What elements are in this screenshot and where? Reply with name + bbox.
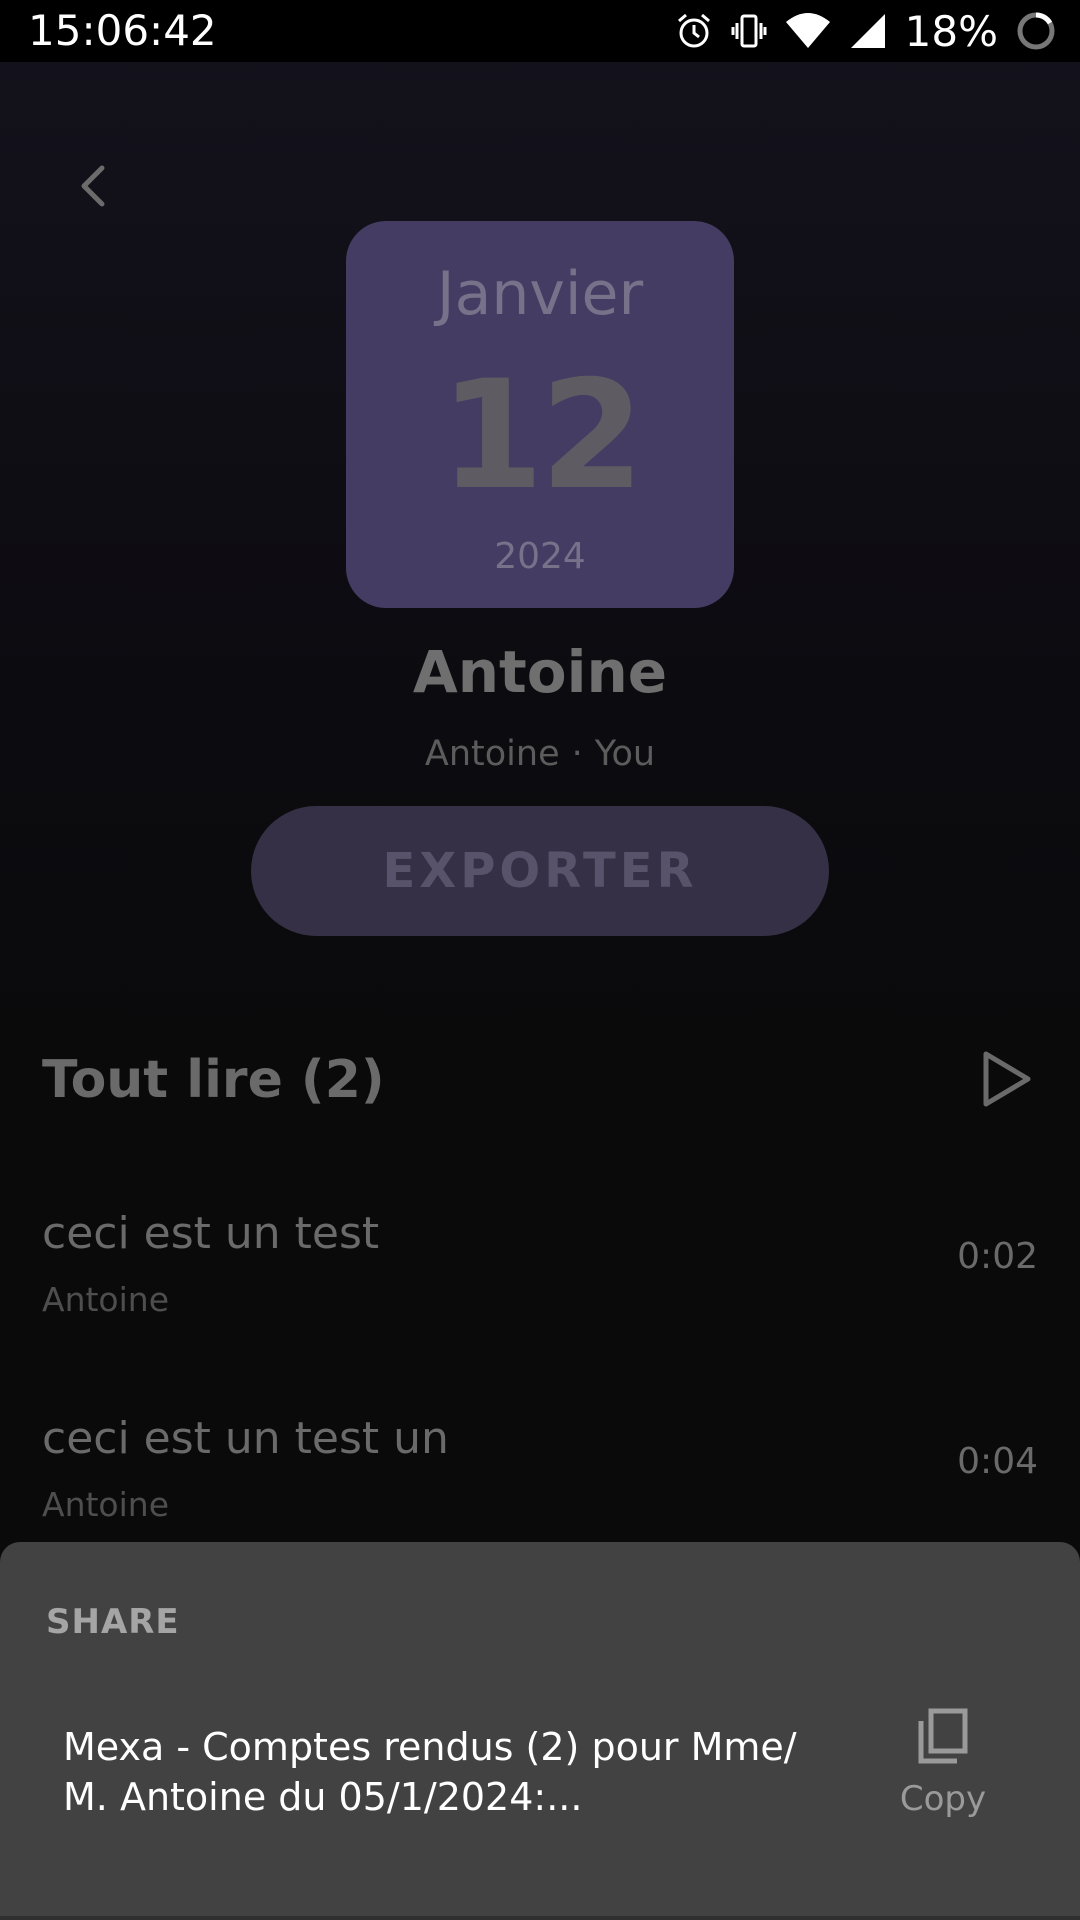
play-icon bbox=[983, 1051, 1031, 1107]
track-row[interactable]: ceci est un test Antoine 0:02 bbox=[0, 1208, 1080, 1368]
share-sheet: SHARE Mexa - Comptes rendus (2) pour Mme… bbox=[0, 1542, 1080, 1920]
track-artist: Antoine bbox=[42, 1485, 170, 1524]
track-duration: 0:02 bbox=[957, 1236, 1038, 1277]
contact-subtitle-owner: You bbox=[594, 734, 656, 774]
share-preview-text: Mexa - Comptes rendus (2) pour Mme/ M. A… bbox=[63, 1725, 797, 1819]
battery-icon bbox=[1016, 11, 1056, 51]
date-month: Janvier bbox=[436, 259, 644, 329]
separator-dot: · bbox=[571, 734, 583, 774]
screen: 15:06:42 18% Janvier 12 2024 Antoine Ant… bbox=[0, 0, 1080, 1920]
contact-name: Antoine bbox=[412, 638, 668, 706]
date-year: 2024 bbox=[494, 536, 586, 577]
copy-button[interactable]: Copy bbox=[880, 1707, 1006, 1847]
wifi-icon bbox=[785, 12, 831, 50]
play-all-button[interactable] bbox=[980, 1050, 1032, 1108]
date-card: Janvier 12 2024 bbox=[346, 221, 734, 608]
share-heading: SHARE bbox=[46, 1602, 180, 1642]
status-time: 15:06:42 bbox=[28, 6, 217, 55]
contact-subtitle: Antoine · You bbox=[0, 734, 1080, 774]
date-day: 12 bbox=[439, 349, 645, 523]
signal-icon bbox=[849, 12, 887, 50]
track-title: ceci est un test un bbox=[42, 1413, 449, 1464]
play-all-label[interactable]: Tout lire (2) bbox=[42, 1050, 385, 1110]
track-title: ceci est un test bbox=[42, 1208, 380, 1259]
export-button[interactable]: EXPORTER bbox=[251, 806, 829, 936]
track-artist: Antoine bbox=[42, 1280, 170, 1319]
alarm-icon bbox=[675, 12, 713, 50]
copy-icon bbox=[918, 1708, 968, 1764]
track-duration: 0:04 bbox=[957, 1441, 1038, 1482]
copy-label: Copy bbox=[899, 1779, 987, 1819]
status-icons: 18% bbox=[675, 7, 1056, 56]
vibrate-icon bbox=[731, 12, 767, 50]
contact-subtitle-name: Antoine bbox=[424, 734, 560, 774]
sheet-divider bbox=[0, 1916, 1080, 1920]
chevron-left-icon bbox=[81, 165, 105, 207]
status-bar: 15:06:42 18% bbox=[0, 0, 1080, 62]
battery-percent: 18% bbox=[904, 6, 998, 56]
back-button[interactable] bbox=[72, 160, 116, 212]
